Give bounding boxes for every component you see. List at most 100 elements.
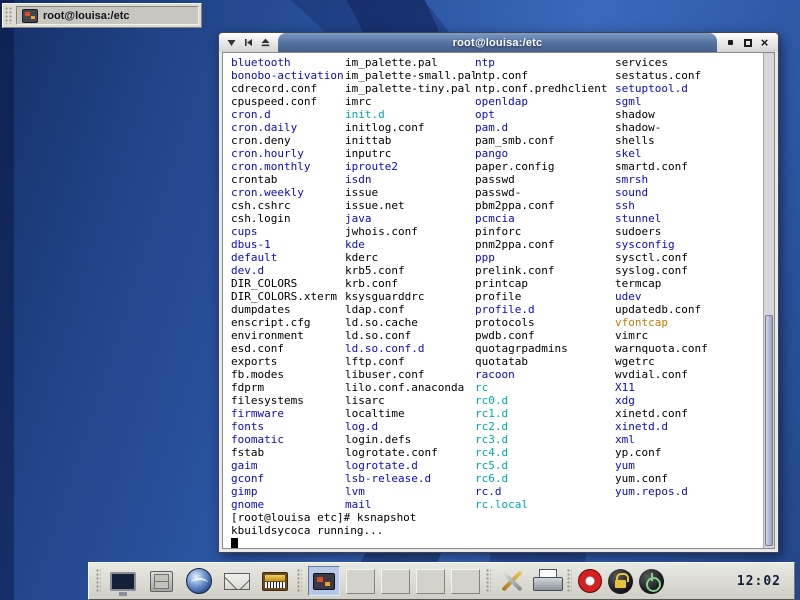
pager-desktop-4[interactable]: [451, 569, 480, 594]
window-buttons: ×: [717, 33, 778, 52]
file-entry-gnome: gnome: [231, 498, 344, 511]
file-entry-exports: exports: [231, 355, 344, 368]
file-entry-lftp.conf: lftp.conf: [345, 355, 477, 368]
email-icon[interactable]: [221, 565, 253, 597]
file-entry-fonts: fonts: [231, 420, 344, 433]
file-entry-shells: shells: [615, 134, 708, 147]
window-title[interactable]: root@louisa:/etc: [278, 33, 717, 52]
close-icon[interactable]: ×: [758, 36, 771, 49]
file-entry-initlog.conf: initlog.conf: [345, 121, 477, 134]
file-entry-java: java: [345, 212, 477, 225]
file-entry-krb.conf: krb.conf: [345, 277, 477, 290]
file-entry-xdg: xdg: [615, 394, 708, 407]
file-entry-fdprm: fdprm: [231, 381, 344, 394]
file-entry-foomatic: foomatic: [231, 433, 344, 446]
titlebar-left-icons: [219, 33, 278, 52]
multimedia-icon[interactable]: [259, 565, 291, 597]
file-entry-login.defs: login.defs: [345, 433, 477, 446]
file-entry-gimp: gimp: [231, 485, 344, 498]
file-entry-kderc: kderc: [345, 251, 477, 264]
panel-handle[interactable]: [96, 569, 101, 593]
file-entry-stunnel: stunnel: [615, 212, 708, 225]
file-entry-ldap.conf: ldap.conf: [345, 303, 477, 316]
file-entry-rc6.d: rc6.d: [475, 472, 607, 485]
file-entry-logrotate.conf: logrotate.conf: [345, 446, 477, 459]
taskbar-handle[interactable]: [5, 7, 13, 24]
file-entry-cdrecord.conf: cdrecord.conf: [231, 82, 344, 95]
file-entry-ld.so.conf: ld.so.conf: [345, 329, 477, 342]
file-entry-smartd.conf: smartd.conf: [615, 160, 708, 173]
desktop-monitor-icon[interactable]: [107, 565, 139, 597]
file-entry-csh.cshrc: csh.cshrc: [231, 199, 344, 212]
file-entry-yum: yum: [615, 459, 708, 472]
file-entry-environment: environment: [231, 329, 344, 342]
file-entry-ld.so.conf.d: ld.so.conf.d: [345, 342, 477, 355]
taskbar-window-button[interactable]: root@louisa:/etc: [16, 6, 199, 25]
file-entry-pcmcia: pcmcia: [475, 212, 607, 225]
file-entry-cron.d: cron.d: [231, 108, 344, 121]
file-entry-pbm2ppa.conf: pbm2ppa.conf: [475, 199, 607, 212]
eject-icon[interactable]: [259, 36, 272, 49]
file-entry-xinetd.conf: xinetd.conf: [615, 407, 708, 420]
file-entry-warnquota.conf: warnquota.conf: [615, 342, 708, 355]
taskbar-window-label: root@louisa:/etc: [43, 10, 130, 22]
file-entry-isdn: isdn: [345, 173, 477, 186]
konsole-icon[interactable]: [308, 566, 340, 596]
update-notifier-icon[interactable]: [578, 569, 602, 593]
file-entry-xml: xml: [615, 433, 708, 446]
panel-handle[interactable]: [486, 569, 491, 593]
file-entry-rc2.d: rc2.d: [475, 420, 607, 433]
file-entry-passwd-: passwd-: [475, 186, 607, 199]
file-entry-lvm: lvm: [345, 485, 477, 498]
minimize-icon[interactable]: [724, 36, 737, 49]
file-entry-smrsh: smrsh: [615, 173, 708, 186]
file-entry-enscript.cfg: enscript.cfg: [231, 316, 344, 329]
scrollbar-thumb[interactable]: [765, 315, 773, 546]
file-cabinet-icon[interactable]: [145, 565, 177, 597]
file-entry-default: default: [231, 251, 344, 264]
file-entry-sysconfig: sysconfig: [615, 238, 708, 251]
scrollbar-track[interactable]: [763, 53, 774, 548]
panel-handle[interactable]: [297, 569, 302, 593]
file-entry-libuser.conf: libuser.conf: [345, 368, 477, 381]
file-entry-yum.repos.d: yum.repos.d: [615, 485, 708, 498]
file-entry-dbus-1: dbus-1: [231, 238, 344, 251]
file-entry-ntp.conf: ntp.conf: [475, 69, 607, 82]
file-entry-iproute2: iproute2: [345, 160, 477, 173]
file-entry-ppp: ppp: [475, 251, 607, 264]
pager-desktop-1[interactable]: [346, 569, 375, 594]
arrow-down-icon[interactable]: [225, 36, 238, 49]
pager-desktop-3[interactable]: [416, 569, 445, 594]
konsole-window: root@louisa:/etc × bluetoothbonobo-activ…: [218, 32, 779, 553]
printer-icon[interactable]: [533, 568, 561, 594]
skip-back-icon[interactable]: [242, 36, 255, 49]
file-entry-profile: profile: [475, 290, 607, 303]
lock-icon[interactable]: [608, 569, 633, 594]
web-browser-icon[interactable]: [183, 565, 215, 597]
file-entry-imrc: imrc: [345, 95, 477, 108]
file-entry-rc0.d: rc0.d: [475, 394, 607, 407]
terminal-screen[interactable]: bluetoothbonobo-activationcdrecord.confc…: [222, 52, 775, 549]
tools-icon[interactable]: [497, 566, 527, 596]
file-entry-crontab: crontab: [231, 173, 344, 186]
maximize-icon[interactable]: [741, 36, 754, 49]
terminal-cursor: [231, 538, 238, 548]
file-entry-cron.monthly: cron.monthly: [231, 160, 344, 173]
file-entry-lisarc: lisarc: [345, 394, 477, 407]
shell-prompt-line: [root@louisa etc]# ksnapshot: [231, 511, 416, 524]
file-entry-protocols: protocols: [475, 316, 607, 329]
titlebar[interactable]: root@louisa:/etc ×: [219, 33, 778, 52]
file-entry-gconf: gconf: [231, 472, 344, 485]
file-entry-rc5.d: rc5.d: [475, 459, 607, 472]
file-entry-dev.d: dev.d: [231, 264, 344, 277]
file-entry-csh.login: csh.login: [231, 212, 344, 225]
file-column-1: bluetoothbonobo-activationcdrecord.confc…: [231, 56, 344, 511]
logout-icon[interactable]: [639, 569, 664, 594]
panel-handle[interactable]: [567, 569, 572, 593]
file-entry-rc3.d: rc3.d: [475, 433, 607, 446]
pager-desktop-2[interactable]: [381, 569, 410, 594]
file-entry-cpuspeed.conf: cpuspeed.conf: [231, 95, 344, 108]
top-taskbar: root@louisa:/etc: [2, 3, 202, 28]
file-entry-services: services: [615, 56, 708, 69]
clock[interactable]: 12:02: [737, 574, 787, 589]
